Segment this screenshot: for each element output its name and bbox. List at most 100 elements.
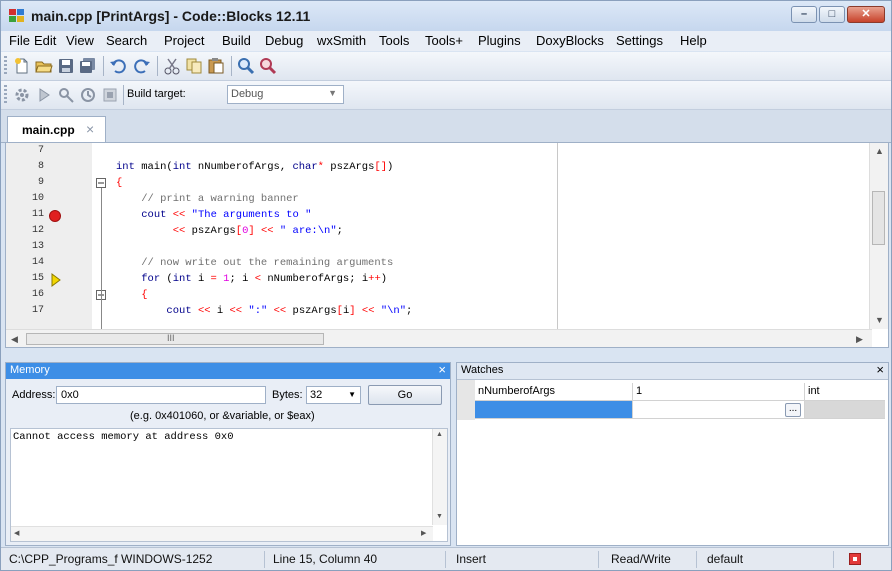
menu-doxyblocks[interactable]: DoxyBlocks — [536, 33, 604, 48]
code-editor[interactable]: 7 8 9 10 11 12 13 14 15 16 17 int main(i… — [5, 142, 889, 348]
scroll-left-icon[interactable]: ◀ — [11, 334, 18, 345]
menu-build[interactable]: Build — [222, 33, 251, 48]
scroll-right-icon[interactable]: ▶ — [421, 529, 426, 537]
save-icon[interactable] — [57, 57, 75, 75]
scroll-thumb[interactable]: III — [26, 333, 324, 345]
memory-output[interactable]: Cannot access memory at address 0x0 ▲ ▼ … — [10, 428, 448, 542]
line-number: 10 — [31, 193, 44, 204]
code-line-14: // now write out the remaining arguments — [116, 257, 394, 269]
code-line-15: for (int i = 1; i < nNumberofArgs; i++) — [141, 273, 388, 285]
window-title: main.cpp [PrintArgs] - Code::Blocks 12.1… — [31, 8, 311, 24]
scroll-right-icon[interactable]: ▶ — [856, 334, 863, 345]
memory-vertical-scrollbar[interactable]: ▲ ▼ — [432, 429, 447, 525]
watch-edit-button[interactable]: ... — [785, 403, 801, 417]
maximize-icon: □ — [828, 8, 836, 20]
redo-icon[interactable] — [133, 57, 151, 75]
watches-panel-header: Watches × — [457, 362, 888, 380]
menu-debug[interactable]: Debug — [265, 33, 303, 48]
close-watches-panel-icon[interactable]: × — [876, 362, 884, 377]
address-input[interactable] — [56, 386, 266, 404]
watch-row-new[interactable]: ... — [475, 401, 885, 419]
editor-vertical-scrollbar[interactable]: ▲ ▼ — [869, 143, 888, 329]
watch-name[interactable]: nNumberofArgs — [475, 383, 633, 401]
code-line-10: // print a warning banner — [116, 193, 299, 205]
find-icon[interactable] — [237, 57, 255, 75]
undo-icon[interactable] — [109, 57, 127, 75]
fold-collapse-icon[interactable] — [96, 178, 106, 188]
menu-settings[interactable]: Settings — [616, 33, 663, 48]
code-area[interactable]: int main(int nNumberofArgs, char* pszArg… — [108, 143, 888, 329]
watch-name-input[interactable] — [475, 401, 633, 419]
tab-main-cpp[interactable]: main.cpp × — [7, 116, 106, 142]
copy-icon[interactable] — [185, 57, 203, 75]
toolbar-grip[interactable] — [4, 56, 7, 76]
editor-horizontal-scrollbar[interactable]: ◀ III ▶ — [6, 329, 872, 347]
line-number: 9 — [37, 177, 44, 188]
memory-panel-title: Memory — [10, 364, 50, 376]
build-and-run-icon[interactable] — [57, 86, 75, 104]
scroll-down-icon[interactable]: ▼ — [875, 315, 884, 325]
line-number: 7 — [37, 145, 44, 156]
open-icon[interactable] — [35, 57, 53, 75]
line-number: 14 — [31, 257, 44, 268]
save-all-icon[interactable] — [79, 57, 97, 75]
rebuild-icon[interactable] — [79, 86, 97, 104]
close-window-button[interactable]: ✕ — [847, 6, 885, 23]
code-line-8: int main(int nNumberofArgs, char* pszArg… — [116, 161, 394, 173]
line-number: 8 — [37, 161, 44, 172]
breakpoint-icon[interactable] — [48, 209, 62, 223]
watch-row[interactable]: nNumberofArgs 1 int — [475, 383, 885, 401]
menu-help[interactable]: Help — [680, 33, 707, 48]
scroll-up-icon[interactable]: ▲ — [875, 146, 884, 156]
cut-icon[interactable] — [163, 57, 181, 75]
menu-tools-plus[interactable]: Tools+ — [425, 33, 463, 48]
menu-file[interactable]: File — [9, 33, 30, 48]
code-line-16: { — [141, 289, 148, 301]
paste-icon[interactable] — [207, 57, 225, 75]
menu-wxsmith[interactable]: wxSmith — [317, 33, 366, 48]
status-access: Read/Write — [611, 552, 671, 566]
status-cursor-position: Line 15, Column 40 — [273, 552, 378, 566]
menu-view[interactable]: View — [66, 33, 94, 48]
right-margin-line — [557, 143, 558, 329]
menu-edit[interactable]: Edit — [34, 33, 56, 48]
status-separator — [264, 551, 265, 568]
memory-horizontal-scrollbar[interactable]: ◀ ▶ — [11, 526, 433, 541]
current-line-arrow-icon — [51, 273, 61, 287]
address-hint: (e.g. 0x401060, or &variable, or $eax) — [130, 410, 315, 422]
menu-search[interactable]: Search — [106, 33, 147, 48]
line-number-gutter[interactable] — [6, 143, 92, 329]
bytes-select[interactable]: 32 ▼ — [306, 386, 361, 404]
close-memory-panel-icon[interactable]: × — [438, 362, 446, 377]
compiler-toolbar: Build target: Debug ▼ — [1, 81, 891, 110]
minimize-button[interactable]: – — [791, 6, 817, 23]
fold-margin[interactable] — [92, 143, 108, 329]
toolbar-grip[interactable] — [4, 85, 7, 105]
build-target-select[interactable]: Debug ▼ — [227, 85, 344, 104]
scroll-left-icon[interactable]: ◀ — [14, 529, 19, 537]
run-icon[interactable] — [35, 86, 53, 104]
menu-project[interactable]: Project — [164, 33, 204, 48]
new-file-icon[interactable] — [13, 57, 31, 75]
replace-icon[interactable] — [259, 57, 277, 75]
scroll-up-icon[interactable]: ▲ — [436, 431, 443, 438]
watch-value[interactable]: 1 — [633, 383, 805, 401]
menu-plugins[interactable]: Plugins — [478, 33, 521, 48]
code-line-17: cout << i << ":" << pszArgs[i] << "\n"; — [166, 305, 413, 317]
toolbar-separator — [123, 85, 124, 105]
line-number: 12 — [31, 225, 44, 236]
watch-value-input[interactable] — [633, 401, 805, 419]
modified-indicator-icon — [849, 553, 861, 565]
maximize-button[interactable]: □ — [819, 6, 845, 23]
scroll-down-icon[interactable]: ▼ — [436, 513, 443, 520]
menu-tools[interactable]: Tools — [379, 33, 409, 48]
status-file-path: C:\CPP_Programs_f WINDOWS-1252 — [9, 552, 213, 566]
title-bar: main.cpp [PrintArgs] - Code::Blocks 12.1… — [1, 1, 891, 31]
line-number: 16 — [31, 289, 44, 300]
abort-icon[interactable] — [101, 86, 119, 104]
build-gear-icon[interactable] — [13, 86, 31, 104]
scroll-thumb[interactable] — [872, 191, 885, 245]
close-tab-icon[interactable]: × — [86, 121, 94, 137]
go-button[interactable]: Go — [368, 385, 442, 405]
watches-panel: Watches × nNumberofArgs 1 int ... — [456, 362, 889, 546]
